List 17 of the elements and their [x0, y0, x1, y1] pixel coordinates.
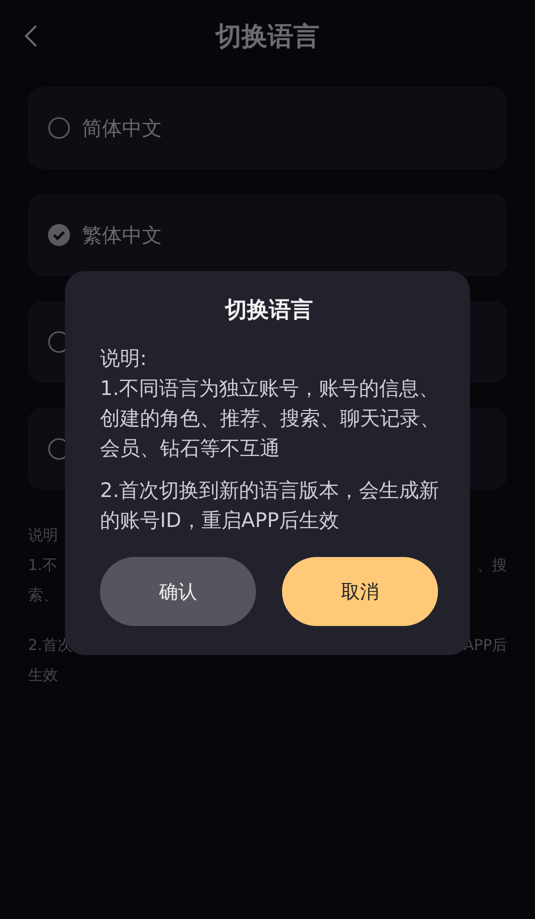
- note-text: 1.不: [28, 556, 58, 574]
- note-text: 生效: [28, 666, 58, 684]
- language-option[interactable]: 繁体中文: [28, 194, 507, 276]
- dialog-title: 切换语言: [224, 296, 314, 325]
- note-text: 、搜: [477, 556, 507, 574]
- cancel-button[interactable]: 取消: [282, 557, 438, 626]
- confirm-button[interactable]: 确认: [100, 557, 256, 626]
- language-option[interactable]: 简体中文: [28, 87, 507, 169]
- page-title: 切换语言: [216, 20, 320, 54]
- note-text: 说明: [28, 526, 58, 544]
- dialog-paragraph: 2.首次切换到新的语言版本，会生成新的账号ID，重启APP后生效: [100, 477, 440, 534]
- dialog-paragraph: 1.不同语言为独立账号，账号的信息、创建的角色、推荐、搜索、聊天记录、会员、钻石等不互通: [100, 375, 440, 462]
- back-icon: [24, 24, 38, 48]
- language-label: 繁体中文: [82, 222, 162, 248]
- dialog-heading: 说明:: [100, 345, 148, 372]
- language-label: 简体中文: [82, 114, 162, 142]
- note-text: 索、: [28, 586, 58, 604]
